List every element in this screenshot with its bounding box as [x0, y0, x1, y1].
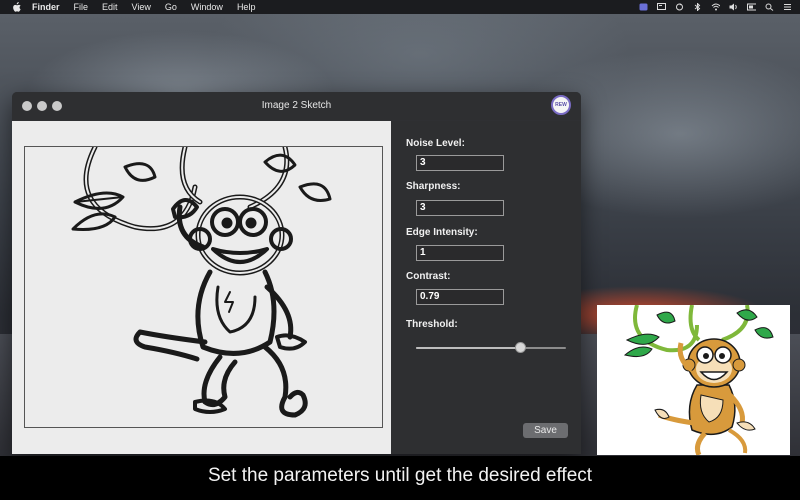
sketch-canvas-area	[12, 121, 391, 454]
monkey-sketch-image	[71, 147, 332, 418]
battery-icon[interactable]	[747, 3, 756, 11]
noise-level-label: Noise Level:	[406, 138, 465, 149]
menu-app-name[interactable]: Finder	[32, 0, 60, 14]
bluetooth-icon[interactable]	[693, 3, 702, 11]
edge-intensity-field[interactable]: 1	[416, 245, 504, 261]
contrast-field[interactable]: 0.79	[416, 289, 504, 305]
marketing-caption: Set the parameters until get the desired…	[0, 456, 800, 500]
menu-bar: Finder File Edit View Go Window Help	[0, 0, 800, 14]
sync-icon[interactable]	[675, 3, 684, 11]
noise-level-field[interactable]: 3	[416, 155, 504, 171]
display-icon[interactable]	[657, 3, 666, 11]
apple-icon[interactable]	[12, 2, 22, 12]
app-window: Image 2 Sketch REW Noise Level: 3 Sharpn…	[12, 92, 581, 454]
original-image-preview	[597, 305, 790, 455]
volume-icon[interactable]	[729, 3, 738, 11]
menu-window[interactable]: Window	[191, 0, 223, 14]
menu-edit[interactable]: Edit	[102, 0, 118, 14]
threshold-slider-fill	[416, 347, 520, 349]
wifi-icon[interactable]	[711, 3, 720, 11]
app-icon[interactable]	[639, 3, 648, 11]
menu-go[interactable]: Go	[165, 0, 177, 14]
parameters-panel: Noise Level: 3 Sharpness: 3 Edge Intensi…	[391, 121, 581, 454]
sketch-frame	[24, 146, 383, 428]
save-button[interactable]: Save	[523, 423, 568, 438]
edge-intensity-label: Edge Intensity:	[406, 227, 478, 238]
spotlight-icon[interactable]	[765, 3, 774, 11]
sharpness-field[interactable]: 3	[416, 200, 504, 216]
monkey-color-image	[623, 305, 774, 455]
list-icon[interactable]	[783, 3, 792, 11]
menu-help[interactable]: Help	[237, 0, 256, 14]
title-bar: Image 2 Sketch REW	[12, 92, 581, 120]
status-area	[639, 0, 792, 14]
menu-file[interactable]: File	[74, 0, 89, 14]
threshold-slider-knob[interactable]	[514, 342, 526, 353]
menu-view[interactable]: View	[132, 0, 151, 14]
threshold-slider[interactable]	[416, 342, 566, 353]
threshold-label: Threshold:	[406, 319, 458, 330]
rew-badge-icon[interactable]: REW	[551, 95, 571, 115]
window-title: Image 2 Sketch	[261, 100, 332, 111]
sharpness-label: Sharpness:	[406, 181, 461, 192]
contrast-label: Contrast:	[406, 271, 451, 282]
